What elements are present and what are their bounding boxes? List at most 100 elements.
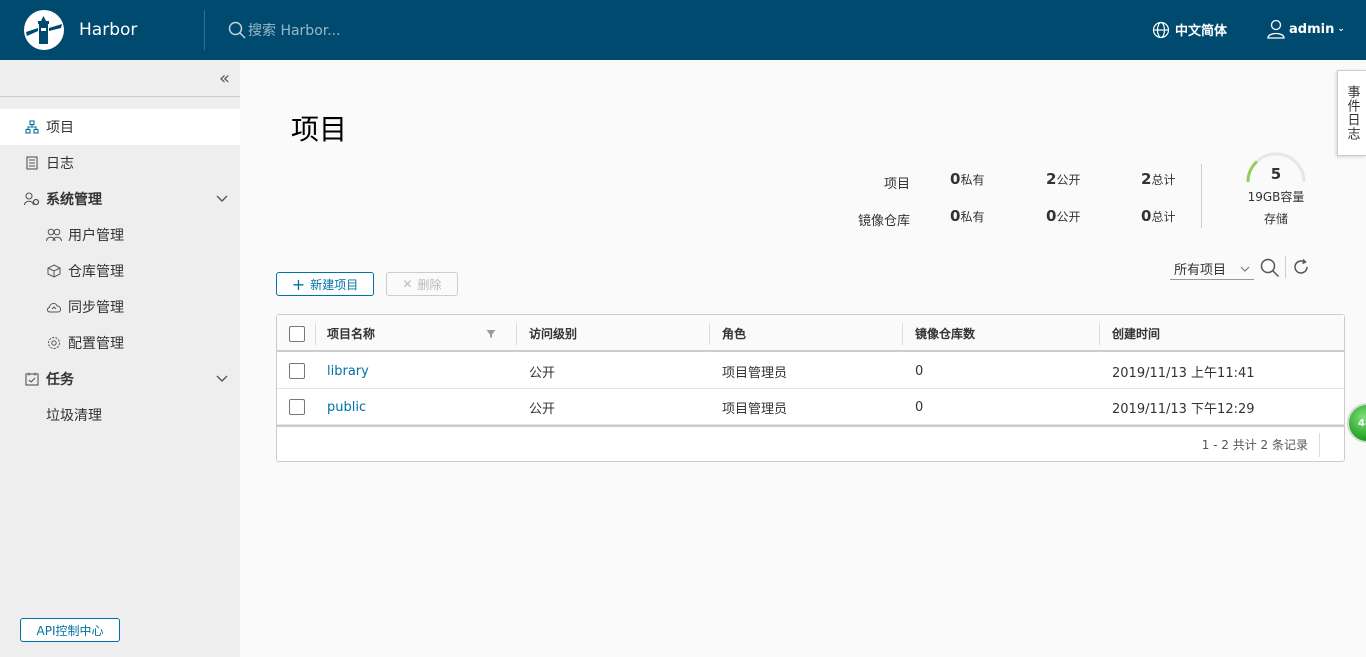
column-header-name[interactable]: 项目名称 [327, 315, 375, 351]
stat-repos-public: 0公开 [1046, 207, 1081, 225]
sidebar-item-garbage-collection[interactable]: 垃圾清理 [0, 397, 240, 433]
project-name-link[interactable]: library [327, 353, 369, 389]
creation-time: 2019/11/13 下午12:29 [1112, 401, 1255, 417]
column-divider [516, 323, 517, 345]
chevron-down-icon[interactable] [216, 371, 228, 387]
delete-label: 删除 [417, 277, 442, 292]
language-label: 中文简体 [1175, 24, 1228, 39]
event-log-tab[interactable]: 事件日志 [1337, 70, 1366, 156]
stats-projects-label: 项目 [883, 177, 910, 192]
search-icon[interactable] [1260, 258, 1280, 282]
column-header-created[interactable]: 创建时间 [1112, 315, 1160, 351]
stats-repos-label: 镜像仓库 [857, 214, 910, 229]
column-header-repo-count[interactable]: 镜像仓库数 [915, 315, 975, 351]
stat-projects-total: 2总计 [1141, 170, 1176, 188]
repo-count: 0 [915, 399, 924, 415]
stat-repos-total: 0总计 [1141, 207, 1176, 225]
event-log-label: 事件日志 [1344, 85, 1360, 141]
user-icon [1267, 19, 1285, 39]
pagination-summary: 1 - 2 共计 2 条记录 [1201, 437, 1308, 452]
sidebar-item-configuration[interactable]: 配置管理 [0, 325, 240, 361]
calendar-icon [24, 371, 40, 387]
chevron-down-icon: ⌄ [1337, 24, 1345, 34]
role: 项目管理员 [722, 365, 788, 381]
repo-count: 0 [915, 363, 924, 379]
api-explorer-button[interactable]: API控制中心 [20, 618, 120, 642]
chevron-down-icon [1240, 266, 1250, 272]
select-all-checkbox[interactable] [289, 326, 305, 342]
project-icon [24, 119, 40, 135]
sidebar-item-user-management[interactable]: 用户管理 [0, 217, 240, 253]
plus-icon: + [291, 274, 306, 294]
storage-value: 5 [1270, 165, 1282, 183]
search-icon [228, 21, 246, 39]
sidebar-item-label: 垃圾清理 [46, 408, 102, 424]
sidebar: « 项目 日志 系统管理 用户管理 仓库管理 同步管理 配置管理 任务 垃圾清理… [0, 60, 240, 657]
chevron-down-icon[interactable] [216, 191, 228, 207]
creation-time: 2019/11/13 上午11:41 [1112, 365, 1255, 381]
floating-badge[interactable]: 48 [1347, 403, 1366, 443]
sidebar-item-label: 同步管理 [68, 300, 124, 316]
column-divider [902, 323, 903, 345]
sidebar-item-replication[interactable]: 同步管理 [0, 289, 240, 325]
sidebar-item-label: 日志 [46, 156, 74, 172]
sidebar-item-label: 项目 [46, 120, 74, 136]
global-search[interactable]: 搜索 Harbor... [228, 20, 341, 40]
sidebar-item-label: 仓库管理 [68, 264, 124, 280]
brand-name[interactable]: Harbor [79, 20, 137, 40]
access-level: 公开 [529, 365, 556, 381]
close-icon: ✕ [402, 277, 413, 291]
page-title: 项目 [291, 113, 348, 146]
access-level: 公开 [529, 401, 556, 417]
project-filter-select[interactable]: 所有项目 [1170, 258, 1254, 280]
system-admin-icon [24, 191, 40, 207]
sidebar-item-label: 用户管理 [68, 228, 124, 244]
harbor-logo-icon[interactable] [24, 10, 64, 50]
gear-icon [46, 335, 62, 351]
sidebar-item-logs[interactable]: 日志 [0, 145, 240, 181]
language-selector[interactable]: 中文简体 [1152, 20, 1227, 39]
row-checkbox[interactable] [289, 363, 305, 379]
column-divider [315, 323, 316, 345]
sidebar-item-label: 任务 [46, 372, 74, 388]
project-name-link[interactable]: public [327, 389, 366, 425]
globe-icon [1152, 21, 1170, 38]
row-checkbox[interactable] [289, 399, 305, 415]
table-footer-divider [277, 425, 1344, 427]
username: admin [1289, 21, 1335, 37]
stat-repos-private: 0私有 [950, 207, 985, 225]
table-header: 项目名称 访问级别 角色 镜像仓库数 创建时间 [277, 315, 1344, 352]
column-divider [1319, 433, 1320, 457]
sidebar-item-projects[interactable]: 项目 [0, 109, 240, 145]
table-row[interactable]: public 公开 项目管理员 0 2019/11/13 下午12:29 [277, 389, 1344, 425]
table-row[interactable]: library 公开 项目管理员 0 2019/11/13 上午11:41 [277, 353, 1344, 389]
toolbar-divider [1285, 256, 1286, 278]
storage-label: 存储 [1263, 212, 1288, 226]
top-header: Harbor 搜索 Harbor... 中文简体 admin ⌄ [0, 0, 1366, 60]
filter-icon[interactable] [486, 329, 496, 339]
sidebar-item-tasks[interactable]: 任务 [0, 361, 240, 397]
column-header-role[interactable]: 角色 [722, 315, 746, 351]
registry-cube-icon [46, 263, 62, 279]
user-menu[interactable]: admin ⌄ [1267, 19, 1345, 39]
refresh-icon[interactable] [1292, 258, 1310, 280]
collapse-sidebar-icon[interactable]: « [219, 68, 230, 89]
header-divider [204, 10, 205, 50]
storage-capacity: 19GB容量 [1247, 190, 1305, 204]
filter-selected: 所有项目 [1174, 263, 1227, 278]
column-header-access[interactable]: 访问级别 [529, 315, 577, 351]
new-project-label: 新建项目 [310, 277, 359, 292]
delete-button[interactable]: ✕ 删除 [386, 272, 458, 296]
new-project-button[interactable]: + 新建项目 [276, 272, 374, 296]
sidebar-item-registry-management[interactable]: 仓库管理 [0, 253, 240, 289]
sidebar-item-system-admin[interactable]: 系统管理 [0, 181, 240, 217]
cloud-sync-icon [46, 299, 62, 315]
role: 项目管理员 [722, 401, 788, 417]
stat-projects-private: 0私有 [950, 170, 985, 188]
stat-projects-public: 2公开 [1046, 170, 1081, 188]
search-input[interactable]: 搜索 Harbor... [248, 20, 341, 40]
stats-divider [1201, 164, 1202, 228]
sidebar-item-label: 配置管理 [68, 336, 124, 352]
users-icon [46, 227, 62, 243]
column-divider [709, 323, 710, 345]
